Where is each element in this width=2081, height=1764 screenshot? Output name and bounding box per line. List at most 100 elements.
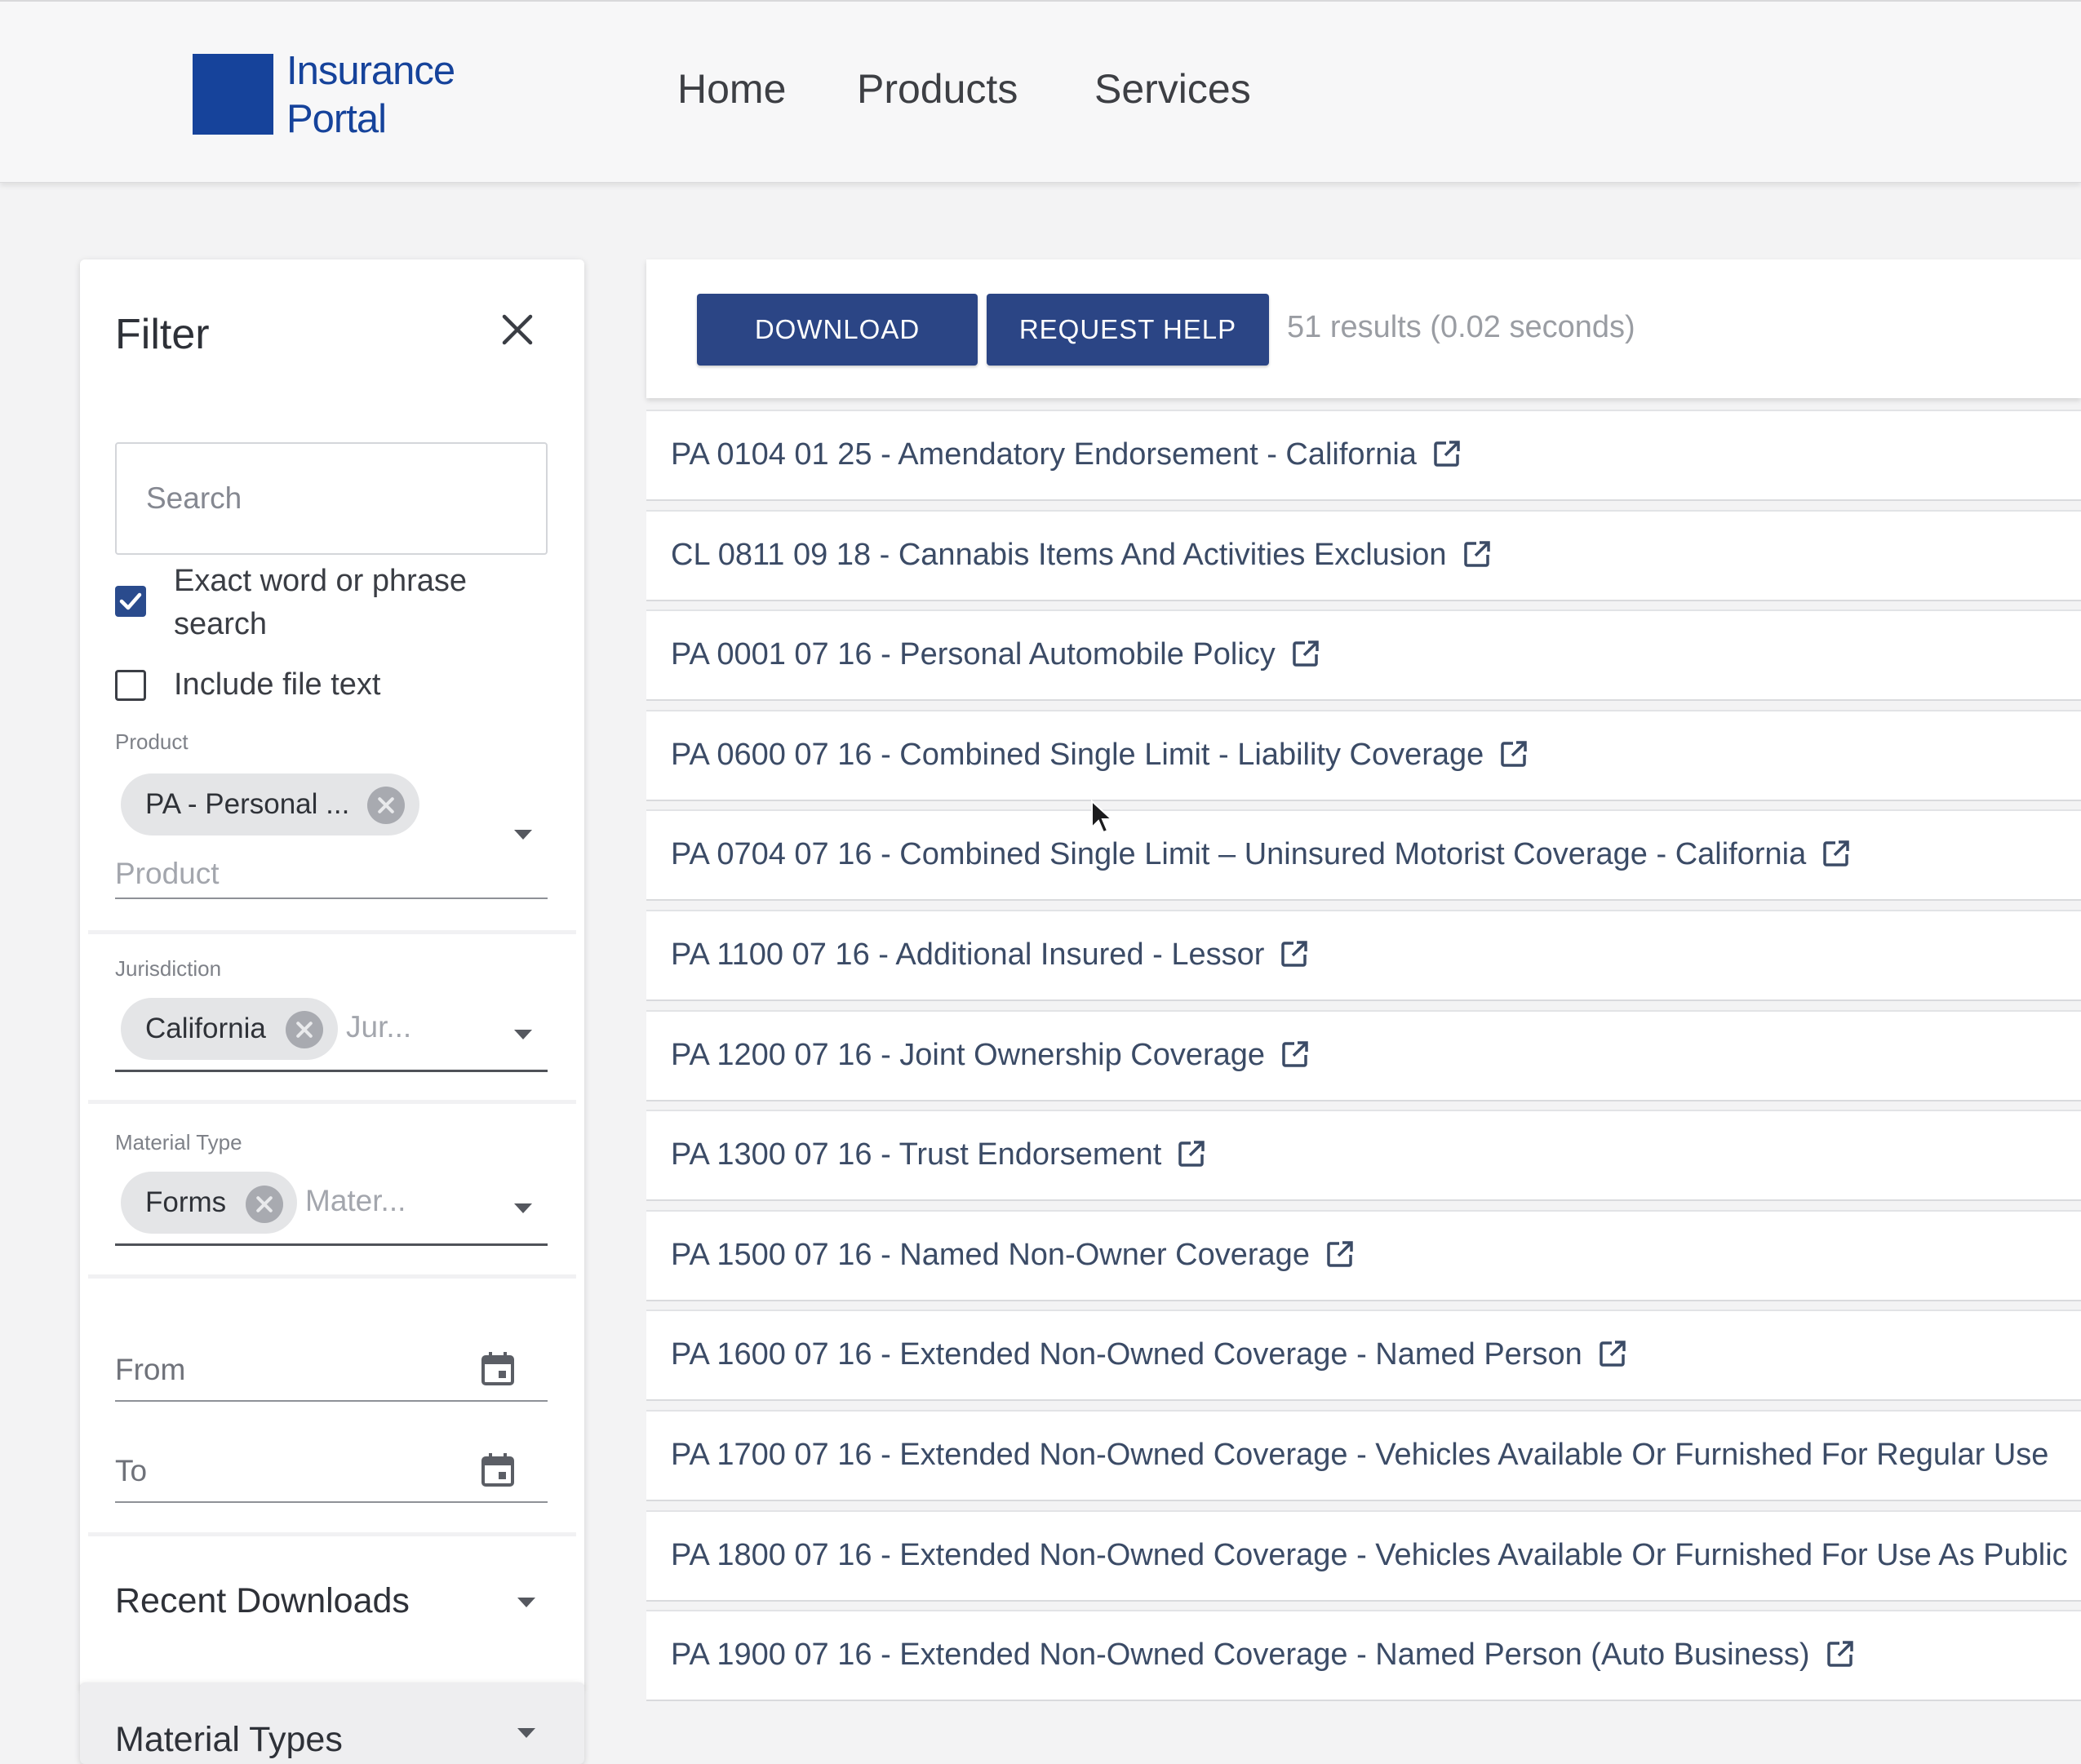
- result-row[interactable]: PA 0001 07 16 - Personal Automobile Poli…: [646, 609, 2081, 701]
- include-file-text-label: Include file text: [174, 667, 381, 702]
- result-row[interactable]: CL 0811 09 18 - Cannabis Items And Activ…: [646, 510, 2081, 601]
- result-row[interactable]: PA 1800 07 16 - Extended Non-Owned Cover…: [646, 1510, 2081, 1602]
- material-types-panel[interactable]: Material Types: [80, 1682, 584, 1764]
- material-type-placeholder[interactable]: Mater...: [305, 1184, 406, 1218]
- result-link[interactable]: PA 1200 07 16 - Joint Ownership Coverage: [671, 1038, 1309, 1073]
- external-link-icon[interactable]: [1599, 1340, 1626, 1367]
- material-type-chip-label: Forms: [145, 1186, 227, 1218]
- filter-panel: Filter Exact word or phrase search Inclu…: [80, 259, 584, 1689]
- result-link[interactable]: PA 0104 01 25 - Amendatory Endorsement -…: [671, 437, 1461, 472]
- search-input[interactable]: [115, 442, 548, 555]
- result-row[interactable]: PA 0704 07 16 - Combined Single Limit – …: [646, 809, 2081, 901]
- logo-line-2: Portal: [286, 97, 387, 141]
- result-row[interactable]: PA 0104 01 25 - Amendatory Endorsement -…: [646, 410, 2081, 501]
- external-link-icon[interactable]: [1500, 740, 1528, 768]
- result-title: PA 0104 01 25 - Amendatory Endorsement -…: [671, 437, 1417, 472]
- product-underline: [115, 898, 548, 899]
- result-title: CL 0811 09 18 - Cannabis Items And Activ…: [671, 538, 1447, 572]
- result-title: PA 0001 07 16 - Personal Automobile Poli…: [671, 637, 1276, 671]
- product-label: Product: [115, 729, 189, 754]
- divider: [88, 930, 576, 934]
- result-title: PA 1100 07 16 - Additional Insured - Les…: [671, 937, 1265, 972]
- product-chip-label: PA - Personal ...: [145, 788, 350, 820]
- result-link[interactable]: PA 1600 07 16 - Extended Non-Owned Cover…: [671, 1337, 1626, 1372]
- jurisdiction-underline: [115, 1070, 548, 1072]
- result-link[interactable]: PA 1500 07 16 - Named Non-Owner Coverage: [671, 1238, 1354, 1273]
- request-help-button[interactable]: REQUEST HELP: [987, 294, 1269, 366]
- calendar-icon[interactable]: [481, 1351, 515, 1387]
- external-link-icon[interactable]: [1433, 440, 1461, 468]
- external-link-icon[interactable]: [1281, 1040, 1309, 1068]
- product-chip-remove-icon[interactable]: [367, 787, 405, 824]
- logo-text[interactable]: Insurance Portal: [286, 47, 482, 144]
- result-title: PA 1800 07 16 - Extended Non-Owned Cover…: [671, 1538, 2068, 1572]
- jurisdiction-chip-label: California: [145, 1013, 266, 1044]
- result-link[interactable]: PA 0600 07 16 - Combined Single Limit - …: [671, 738, 1528, 773]
- result-title: PA 1600 07 16 - Extended Non-Owned Cover…: [671, 1337, 1582, 1372]
- result-title: PA 0704 07 16 - Combined Single Limit – …: [671, 837, 1807, 871]
- result-row[interactable]: PA 1100 07 16 - Additional Insured - Les…: [646, 910, 2081, 1001]
- external-link-icon[interactable]: [1463, 540, 1491, 568]
- material-type-chip-remove-icon[interactable]: [246, 1186, 283, 1223]
- external-link-icon[interactable]: [1280, 940, 1308, 968]
- nav-services[interactable]: Services: [1094, 65, 1251, 113]
- results-toolbar: DOWNLOAD REQUEST HELP 51 results (0.02 s…: [646, 259, 2081, 398]
- external-link-icon[interactable]: [1826, 1640, 1854, 1668]
- material-types-toggle[interactable]: Material Types: [115, 1720, 343, 1760]
- top-header: Insurance Portal Home Products Services: [0, 0, 2081, 183]
- external-link-icon[interactable]: [1822, 840, 1850, 867]
- exact-phrase-label-line-2: search: [174, 607, 268, 641]
- result-title: PA 1900 07 16 - Extended Non-Owned Cover…: [671, 1638, 1810, 1672]
- to-date-input[interactable]: To: [115, 1454, 147, 1488]
- nav-products[interactable]: Products: [857, 65, 1018, 113]
- nav-home[interactable]: Home: [677, 65, 786, 113]
- exact-phrase-checkbox[interactable]: [115, 586, 146, 617]
- divider: [88, 1274, 576, 1279]
- result-link[interactable]: PA 1300 07 16 - Trust Endorsement: [671, 1137, 1205, 1172]
- calendar-icon[interactable]: [481, 1452, 515, 1488]
- include-file-text-checkbox[interactable]: [115, 670, 146, 701]
- close-icon[interactable]: [496, 308, 539, 351]
- result-title: PA 0600 07 16 - Combined Single Limit - …: [671, 738, 1484, 772]
- result-row[interactable]: PA 1200 07 16 - Joint Ownership Coverage: [646, 1010, 2081, 1101]
- to-underline: [115, 1501, 548, 1503]
- results-count: 51 results (0.02 seconds): [1287, 310, 1635, 344]
- download-button[interactable]: DOWNLOAD: [697, 294, 978, 366]
- product-dropdown-chevron-icon[interactable]: [514, 830, 532, 840]
- result-title: PA 1700 07 16 - Extended Non-Owned Cover…: [671, 1438, 2049, 1472]
- result-title: PA 1500 07 16 - Named Non-Owner Coverage: [671, 1238, 1310, 1272]
- logo-icon[interactable]: [193, 54, 273, 135]
- material-type-dropdown-chevron-icon[interactable]: [514, 1203, 532, 1213]
- recent-downloads-toggle[interactable]: Recent Downloads: [115, 1581, 410, 1621]
- result-link[interactable]: PA 1700 07 16 - Extended Non-Owned Cover…: [671, 1438, 2048, 1473]
- result-row[interactable]: PA 0600 07 16 - Combined Single Limit - …: [646, 710, 2081, 801]
- product-placeholder[interactable]: Product: [115, 857, 220, 891]
- external-link-icon[interactable]: [1326, 1240, 1354, 1268]
- result-link[interactable]: PA 0704 07 16 - Combined Single Limit – …: [671, 837, 1850, 872]
- result-link[interactable]: PA 1100 07 16 - Additional Insured - Les…: [671, 937, 1308, 973]
- external-link-icon[interactable]: [1292, 640, 1320, 667]
- divider: [88, 1100, 576, 1104]
- result-row[interactable]: PA 1300 07 16 - Trust Endorsement: [646, 1110, 2081, 1201]
- result-link[interactable]: PA 1800 07 16 - Extended Non-Owned Cover…: [671, 1538, 2068, 1573]
- external-link-icon[interactable]: [1178, 1140, 1205, 1168]
- from-underline: [115, 1400, 548, 1402]
- material-type-label: Material Type: [115, 1130, 242, 1155]
- from-date-input[interactable]: From: [115, 1353, 185, 1387]
- result-row[interactable]: PA 1700 07 16 - Extended Non-Owned Cover…: [646, 1410, 2081, 1501]
- mouse-pointer-icon: [1091, 800, 1114, 834]
- jurisdiction-placeholder[interactable]: Jur...: [346, 1010, 411, 1044]
- result-link[interactable]: PA 0001 07 16 - Personal Automobile Poli…: [671, 637, 1320, 672]
- material-types-chevron-icon[interactable]: [517, 1728, 535, 1738]
- result-link[interactable]: PA 1900 07 16 - Extended Non-Owned Cover…: [671, 1638, 1854, 1673]
- jurisdiction-label: Jurisdiction: [115, 956, 222, 981]
- exact-phrase-label-line-1: Exact word or phrase: [174, 564, 468, 598]
- result-row[interactable]: PA 1600 07 16 - Extended Non-Owned Cover…: [646, 1310, 2081, 1401]
- recent-downloads-chevron-icon[interactable]: [517, 1598, 535, 1607]
- result-row[interactable]: PA 1500 07 16 - Named Non-Owner Coverage: [646, 1210, 2081, 1301]
- result-link[interactable]: CL 0811 09 18 - Cannabis Items And Activ…: [671, 538, 1491, 573]
- jurisdiction-dropdown-chevron-icon[interactable]: [514, 1030, 532, 1039]
- divider: [88, 1532, 576, 1536]
- jurisdiction-chip-remove-icon[interactable]: [286, 1011, 323, 1048]
- result-row[interactable]: PA 1900 07 16 - Extended Non-Owned Cover…: [646, 1610, 2081, 1701]
